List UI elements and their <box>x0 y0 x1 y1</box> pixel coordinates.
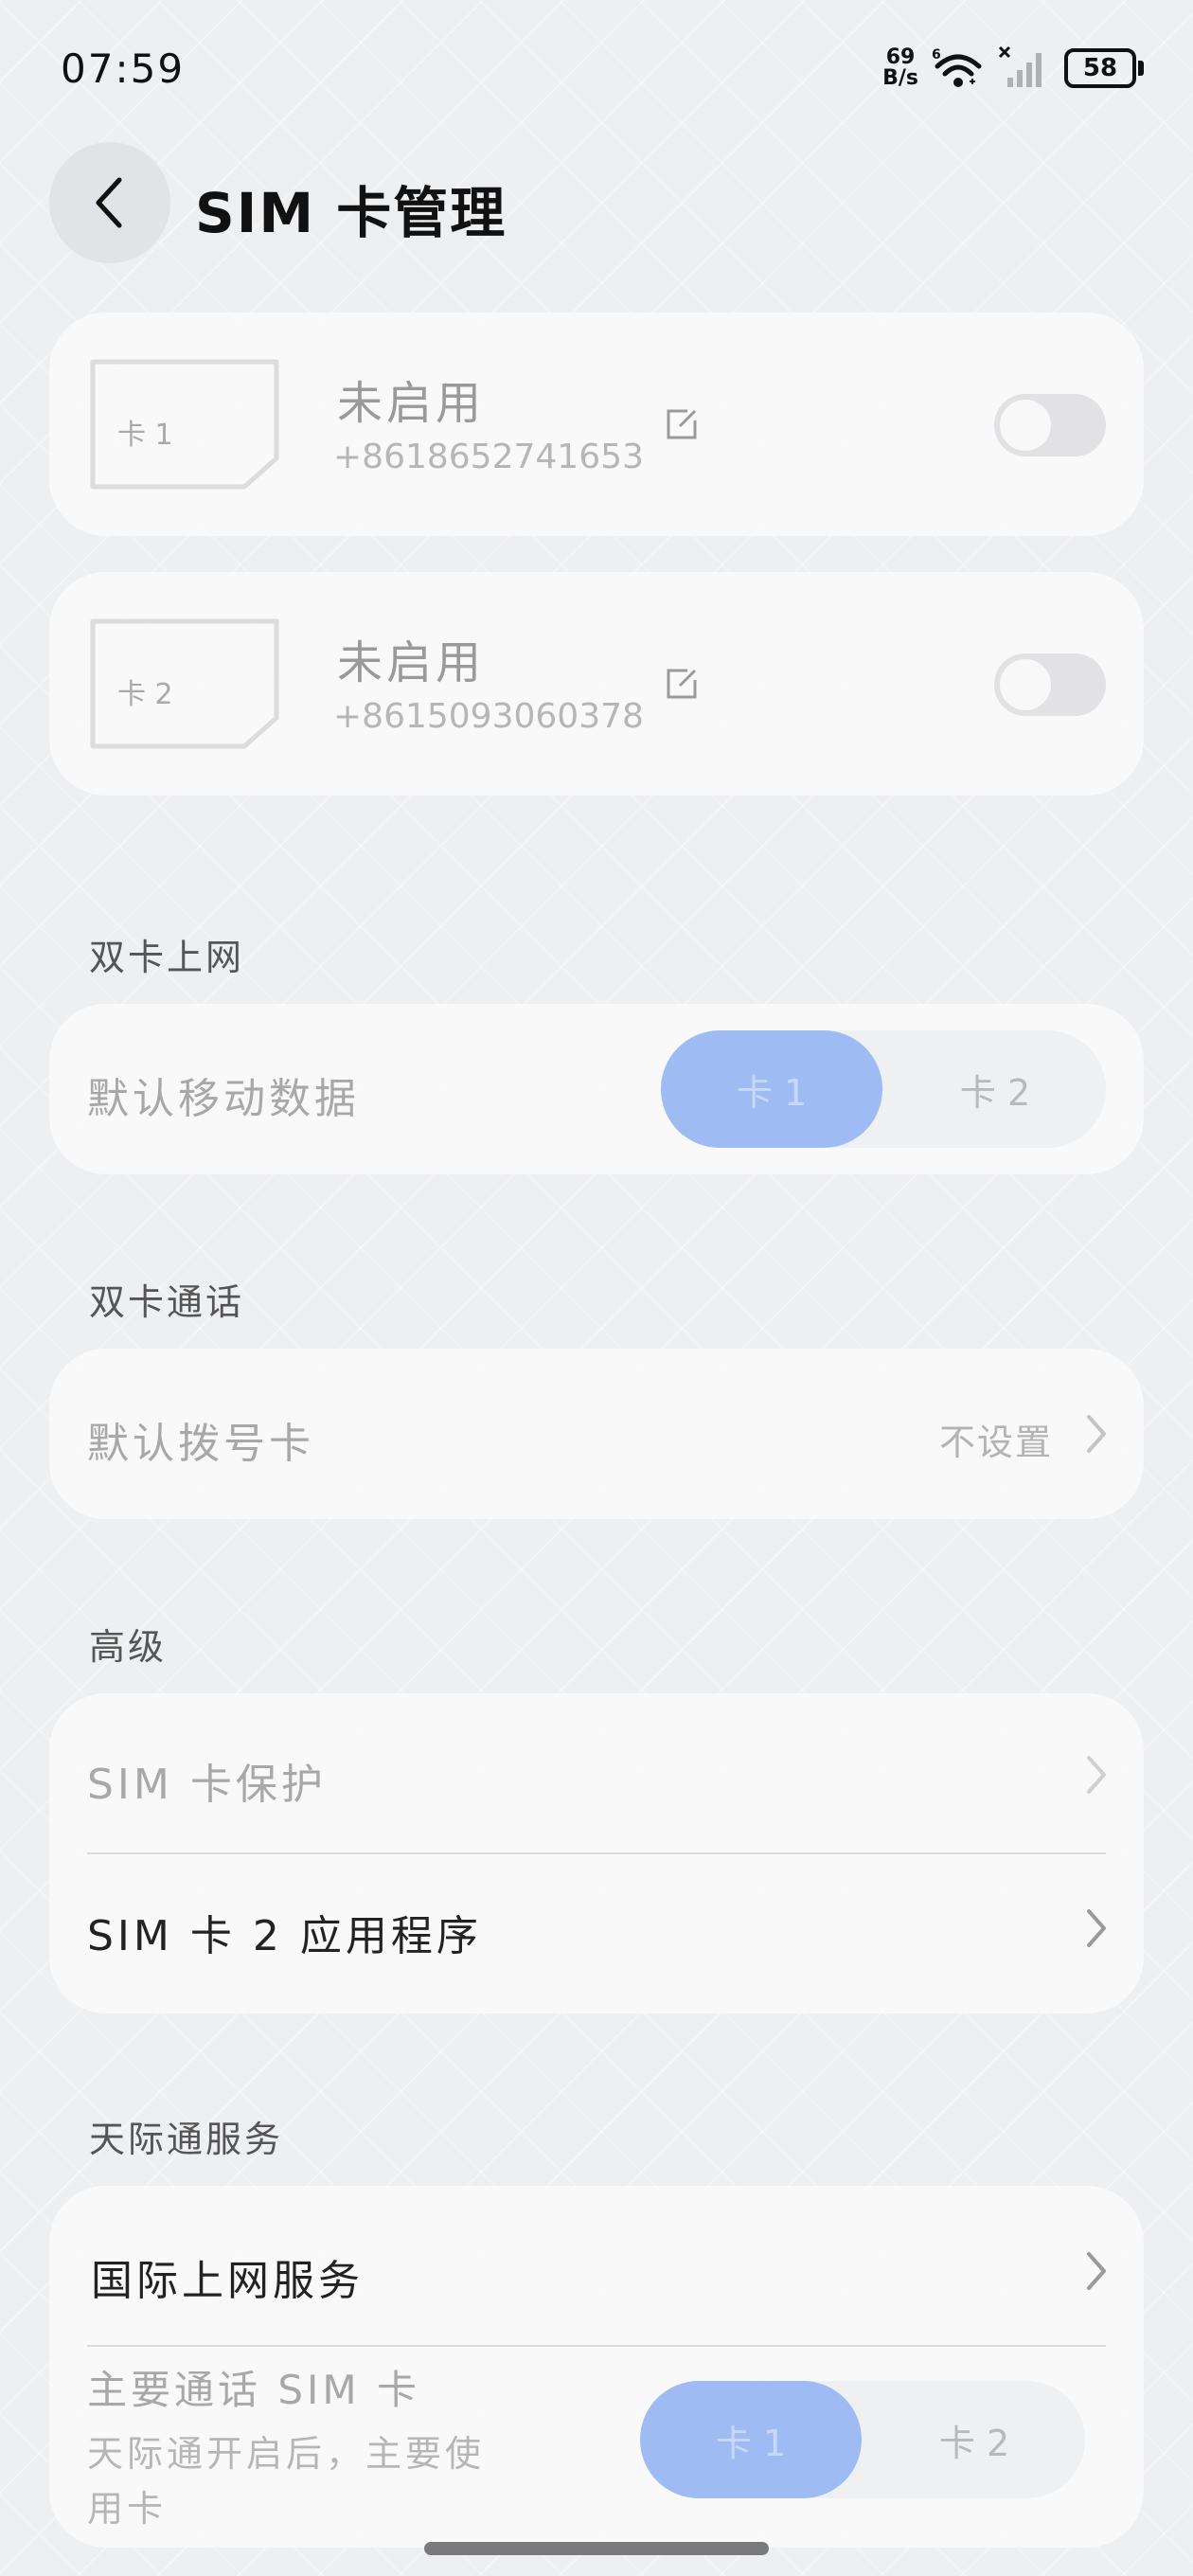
sim-card-1-toggle[interactable] <box>994 394 1106 456</box>
sim-protection-label: SIM 卡保护 <box>87 1761 327 1809</box>
default-dial-card-value: 不设置 <box>938 1422 1053 1463</box>
sim-protection-row[interactable]: SIM 卡保护 <box>49 1693 1144 1852</box>
sim-card-status: 未启用 <box>337 636 486 689</box>
sim-card-number: +8618652741653 <box>333 438 644 476</box>
page-title: SIM 卡管理 <box>195 181 507 245</box>
tianjitong-card: 国际上网服务 主要通话 SIM 卡 天际通开启后，主要使 用卡 卡 1 卡 2 <box>49 2186 1144 2548</box>
data-option-card-2[interactable]: 卡 2 <box>884 1030 1106 1148</box>
network-speed-value: 69 <box>885 45 916 69</box>
primary-call-sim-label: 主要通话 SIM 卡 <box>87 2367 420 2413</box>
signal-icon <box>998 45 1042 87</box>
sim-card-2-toggle[interactable] <box>994 653 1106 716</box>
status-bar: 07:59 69 B/s 6 58 <box>0 0 1193 133</box>
chevron-right-icon <box>1087 1756 1106 1794</box>
battery-cap <box>1138 61 1144 76</box>
primary-call-sim-desc-line1: 天际通开启后，主要使 <box>87 2433 486 2475</box>
sim-card-icon <box>90 359 279 490</box>
default-mobile-data-label: 默认移动数据 <box>87 1075 360 1123</box>
toggle-knob <box>1000 400 1051 451</box>
primary-option-card-1[interactable]: 卡 1 <box>640 2381 862 2498</box>
sim-card-label: 卡 2 <box>117 678 173 711</box>
svg-text:6: 6 <box>932 47 941 63</box>
chevron-right-icon <box>1087 1909 1106 1947</box>
default-mobile-data-selector: 卡 1 卡 2 <box>661 1030 1106 1148</box>
default-dial-card-row[interactable]: 默认拨号卡 不设置 <box>49 1349 1144 1519</box>
edit-icon[interactable] <box>663 405 701 443</box>
sim-card-2[interactable]: 卡 2 未启用 +8615093060378 <box>49 572 1144 796</box>
chevron-right-icon <box>1087 2252 1106 2290</box>
divider <box>87 2345 1106 2347</box>
international-data-label: 国际上网服务 <box>91 2257 364 2305</box>
data-option-card-1[interactable]: 卡 1 <box>661 1030 882 1148</box>
sim-card-status: 未启用 <box>337 377 486 430</box>
wifi-icon: 6 <box>932 47 982 87</box>
toggle-knob <box>1000 659 1051 710</box>
network-speed: 69 B/s <box>882 47 918 89</box>
primary-call-sim-selector: 卡 1 卡 2 <box>640 2381 1085 2498</box>
chevron-right-icon <box>1087 1415 1106 1453</box>
back-button[interactable] <box>49 142 170 263</box>
battery-level: 58 <box>1064 48 1136 88</box>
default-dial-card-label: 默认拨号卡 <box>87 1420 314 1468</box>
home-indicator[interactable] <box>424 2542 769 2555</box>
international-data-row[interactable]: 国际上网服务 <box>49 2186 1144 2345</box>
sim-card-label: 卡 1 <box>117 419 173 452</box>
sim-card-icon <box>90 618 279 749</box>
network-speed-unit: B/s <box>882 66 918 90</box>
sim2-applications-row[interactable]: SIM 卡 2 应用程序 <box>49 1854 1144 2013</box>
sim-card-number: +8615093060378 <box>333 697 644 736</box>
sim2-applications-label: SIM 卡 2 应用程序 <box>87 1912 482 1960</box>
chevron-left-icon <box>96 177 122 228</box>
status-time: 07:59 <box>61 45 186 92</box>
status-icons: 69 B/s 6 58 <box>882 42 1144 95</box>
primary-option-card-2[interactable]: 卡 2 <box>864 2381 1085 2498</box>
sim-card-1[interactable]: 卡 1 未启用 +8618652741653 <box>49 313 1144 536</box>
section-tianjitong: 天际通服务 <box>89 2119 284 2160</box>
section-advanced: 高级 <box>89 1626 168 1668</box>
battery-indicator: 58 <box>1064 48 1144 88</box>
edit-icon[interactable] <box>663 665 701 703</box>
primary-call-sim-desc-line2: 用卡 <box>87 2488 168 2530</box>
section-dual-data: 双卡上网 <box>89 937 245 978</box>
default-mobile-data-row: 默认移动数据 卡 1 卡 2 <box>49 1004 1144 1174</box>
advanced-card: SIM 卡保护 SIM 卡 2 应用程序 <box>49 1693 1144 2013</box>
section-dual-call: 双卡通话 <box>89 1281 245 1323</box>
